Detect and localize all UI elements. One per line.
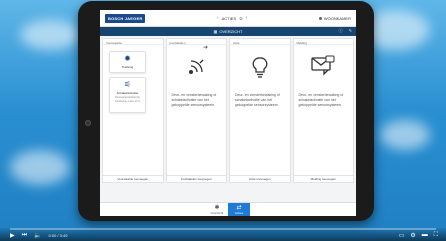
video-progress[interactable] bbox=[10, 228, 436, 230]
nav-badge: ② bbox=[239, 15, 243, 21]
settings-icon[interactable]: ⚙ bbox=[410, 232, 415, 239]
room-selector[interactable]: WOONKAMER bbox=[318, 15, 351, 21]
sun-icon: ✹ bbox=[124, 54, 131, 63]
edit-icon[interactable]: ✎ bbox=[349, 28, 352, 34]
nav-actions[interactable]: ⇄ Acties bbox=[228, 203, 250, 216]
nav-overview[interactable]: ✱ Overzicht bbox=[206, 203, 228, 216]
column-notification: Melding Deur- en vensterbewaking of scha… bbox=[292, 38, 354, 176]
play-icon[interactable]: ▶ bbox=[10, 232, 15, 239]
section-title: OVERZICHT bbox=[219, 29, 243, 34]
column-action: Actie Deur- en vensterbewaking of schake… bbox=[229, 38, 291, 176]
signal-icon bbox=[189, 59, 204, 74]
overview-icon: ▦ bbox=[213, 29, 218, 34]
video-controls: ▶ ⏭ 🔈 0:00 / 3:49 ▭ ⚙ ▬ ⛶ bbox=[0, 228, 446, 241]
column-head: Melding bbox=[293, 39, 353, 45]
sensor-icon: ⚟ bbox=[123, 80, 132, 89]
column-head: Actie bbox=[230, 39, 290, 45]
nav-title: ACTIES bbox=[221, 15, 237, 21]
column-head: Voorwaarde bbox=[103, 39, 163, 45]
brand-logo: BOSCH JAEGER bbox=[105, 13, 146, 23]
add-action-button[interactable]: Actie toevoegen bbox=[229, 176, 291, 183]
video-time: 0:00 / 3:49 bbox=[48, 233, 68, 238]
switch-activation-tile[interactable]: ⚟ Schakelactivatie Bewegingsactiviteit b… bbox=[109, 77, 146, 113]
add-notification-button[interactable]: Melding toevoegen bbox=[292, 176, 354, 183]
chevron-left-icon[interactable]: ‹ bbox=[217, 15, 219, 21]
app-screen: BOSCH JAEGER ‹ ACTIES ② › WOONKAMER ▦ OV… bbox=[100, 10, 356, 216]
lightbulb-icon bbox=[252, 57, 268, 78]
volume-icon[interactable]: 🔈 bbox=[34, 232, 41, 239]
column-description: Deur- en vensterbewaking of schakelactiv… bbox=[235, 93, 280, 107]
captions-icon[interactable]: ▭ bbox=[399, 232, 405, 239]
top-nav: ‹ ACTIES ② › bbox=[145, 15, 318, 21]
info-icon[interactable]: ⓘ bbox=[339, 28, 343, 34]
tablet-frame: BOSCH JAEGER ‹ ACTIES ② › WOONKAMER ▦ OV… bbox=[78, 1, 374, 221]
message-icon bbox=[311, 55, 335, 76]
chevron-right-icon[interactable]: › bbox=[246, 15, 248, 21]
camera-icon bbox=[85, 120, 91, 126]
section-header: ▦ OVERZICHT ⓘ ✎ bbox=[100, 27, 356, 36]
column-enable: Inschakelen Deur- en vensterbewaking of … bbox=[165, 38, 227, 176]
arrow-right-icon: ➜ bbox=[203, 45, 209, 51]
fullscreen-icon[interactable]: ⛶ bbox=[434, 232, 438, 239]
next-icon[interactable]: ⏭ bbox=[22, 232, 27, 239]
column-description: Deur- en vensterbewaking of schakelactiv… bbox=[171, 93, 217, 107]
add-enable-button[interactable]: Inschakelen toevoegen bbox=[165, 176, 227, 183]
add-condition-button[interactable]: Voorwaarde toevoegen bbox=[102, 176, 164, 183]
add-buttons-row: Voorwaarde toevoegen Inschakelen toevoeg… bbox=[100, 176, 356, 183]
column-condition: Voorwaarde ✹ Trekking ⚟ Schakelactivatie… bbox=[102, 38, 164, 176]
column-head: Inschakelen bbox=[166, 39, 226, 45]
column-description: Deur- en vensterbewaking of schakelactiv… bbox=[298, 93, 344, 107]
room-icon bbox=[318, 16, 322, 20]
footer-nav: ✱ Overzicht ⇄ Acties bbox=[100, 202, 356, 216]
theater-icon[interactable]: ▬ bbox=[422, 232, 428, 239]
action-columns: Voorwaarde ✹ Trekking ⚟ Schakelactivatie… bbox=[100, 36, 356, 176]
trigger-tile[interactable]: ✹ Trekking bbox=[109, 51, 146, 73]
top-bar: BOSCH JAEGER ‹ ACTIES ② › WOONKAMER bbox=[100, 10, 356, 27]
room-name: WOONKAMER bbox=[323, 15, 351, 21]
